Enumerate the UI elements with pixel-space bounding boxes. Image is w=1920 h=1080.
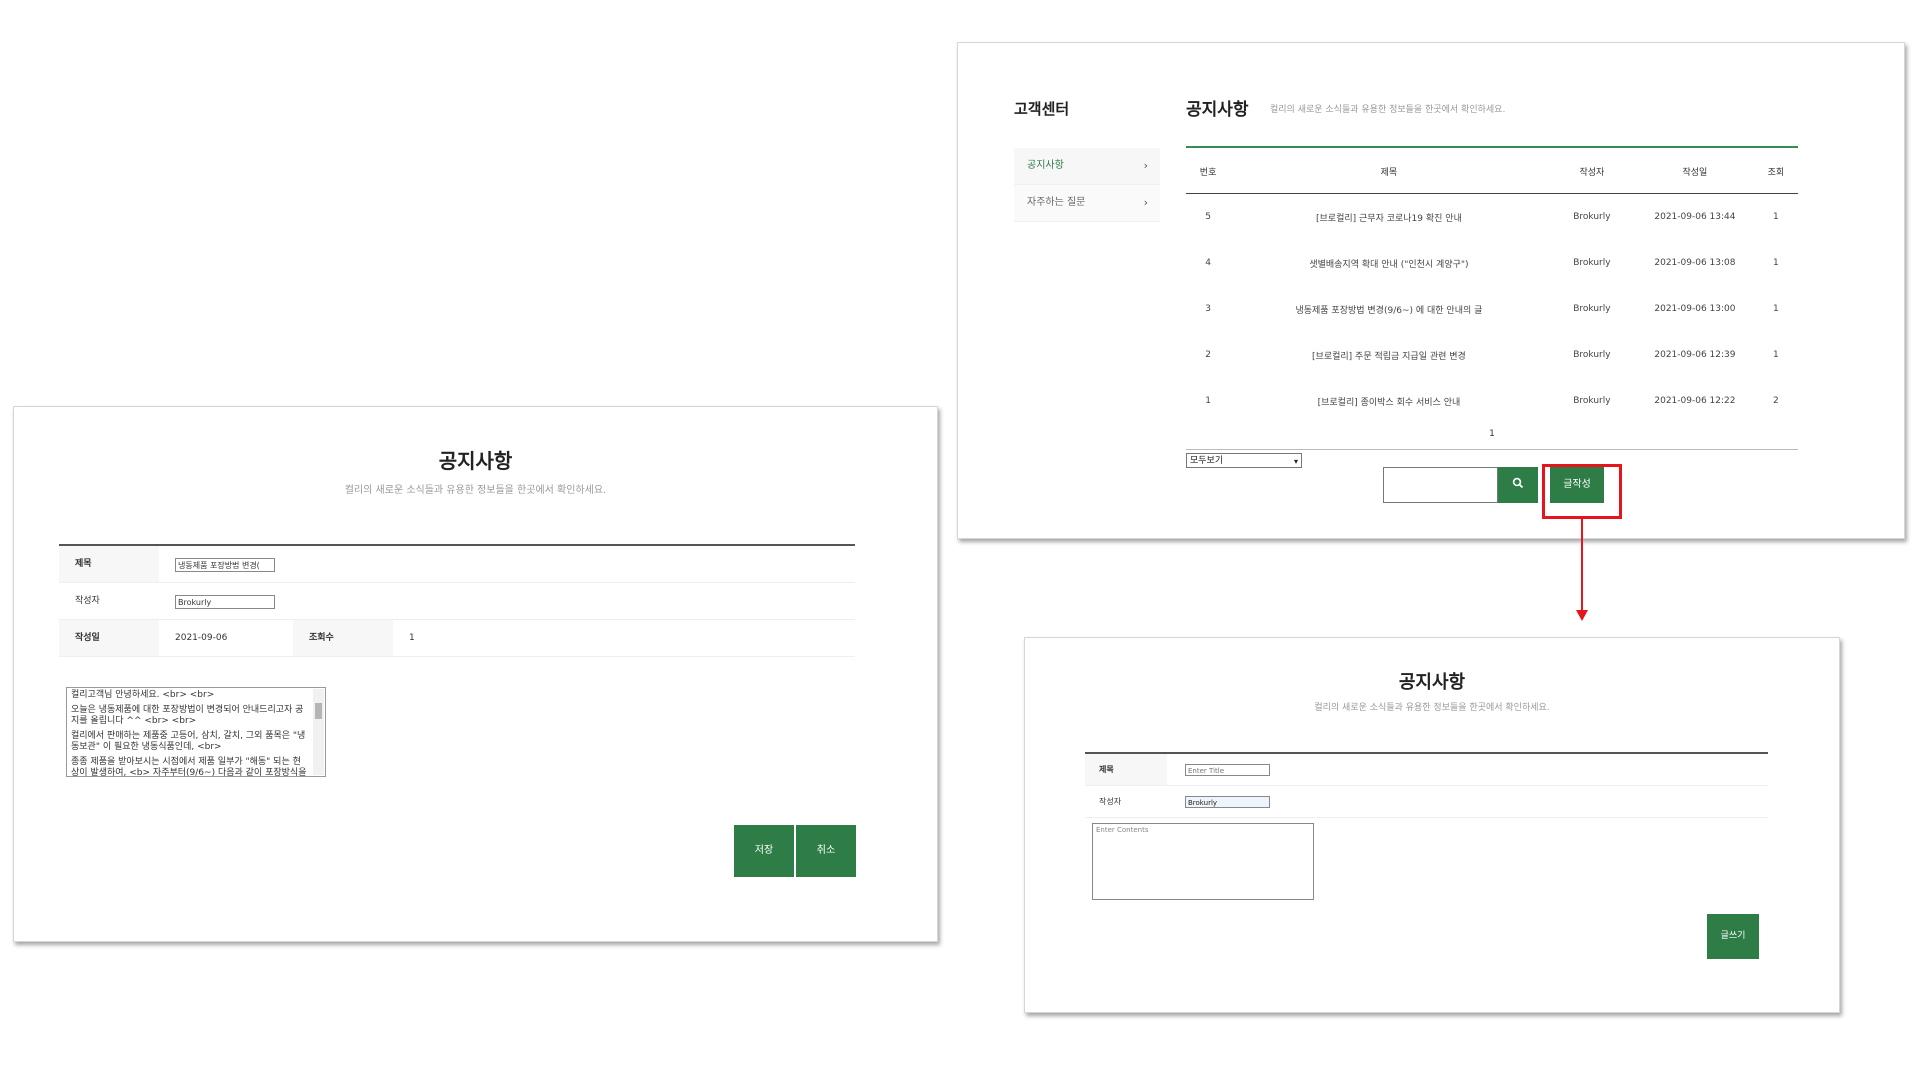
column-header-title: 제목	[1230, 149, 1548, 194]
search-button[interactable]	[1498, 467, 1538, 503]
row-views: 1	[1773, 304, 1779, 314]
filter-select[interactable]: 모두보기 ▾	[1186, 453, 1302, 468]
notice-table: 번호 제목 작성자 작성일 조회 5 [브로컬리] 근무자 코로나19 확진 안…	[1186, 149, 1798, 424]
pagination-page-1[interactable]: 1	[1186, 429, 1798, 439]
row-author: Brokurly	[1573, 258, 1611, 268]
title-label: 제목	[1085, 754, 1167, 785]
table-row[interactable]: 1 [브로컬리] 종이박스 회수 서비스 안내 Brokurly 2021-09…	[1186, 378, 1798, 424]
search-icon	[1512, 477, 1524, 492]
chevron-right-icon: ›	[1143, 196, 1148, 209]
row-date: 2021-09-06 12:22	[1654, 396, 1736, 406]
page-subtitle: 컬리의 새로운 소식들과 유용한 정보들을 한곳에서 확인하세요.	[344, 485, 607, 496]
views-value: 1	[409, 633, 415, 643]
row-author: Brokurly	[1573, 350, 1611, 360]
arrow-down-icon	[1576, 610, 1588, 621]
row-title-link[interactable]: 냉동제품 포장방법 변경(9/6~) 에 대한 안내의 글	[1230, 286, 1548, 332]
row-author: Brokurly	[1573, 212, 1611, 222]
arrow-connector	[1581, 519, 1583, 610]
sidebar-item-label: 공지사항	[1027, 160, 1064, 171]
title-input[interactable]: 냉동제품 포장방법 변경(	[175, 558, 275, 572]
page-title: 공지사항	[1398, 672, 1466, 693]
sidebar-title: 고객센터	[1014, 100, 1070, 118]
row-date: 2021-09-06 13:08	[1654, 258, 1736, 268]
form-row-author: 작성자 Brokurly	[59, 583, 855, 620]
notice-write-panel: 공지사항 컬리의 새로운 소식들과 유용한 정보들을 한곳에서 확인하세요. 제…	[1024, 637, 1840, 1013]
form-row-author: 작성자 Brokurly	[1085, 786, 1768, 818]
table-row[interactable]: 2 [브로컬리] 주문 적립금 지급일 관련 변경 Brokurly 2021-…	[1186, 332, 1798, 378]
chevron-right-icon: ›	[1143, 159, 1148, 172]
content-textarea[interactable]: Enter Contents	[1092, 823, 1314, 900]
date-label: 작성일	[59, 620, 159, 656]
row-number: 3	[1205, 304, 1211, 314]
views-label: 조회수	[293, 620, 393, 656]
header-divider	[1186, 146, 1798, 148]
pagination-divider	[1186, 449, 1798, 450]
title-input[interactable]: Enter Title	[1185, 764, 1270, 776]
scrollbar-thumb[interactable]	[315, 703, 322, 719]
cancel-button[interactable]: 취소	[796, 825, 856, 877]
form-row-meta: 작성일 2021-09-06 조회수 1	[59, 620, 855, 657]
content-line: 오늘은 냉동제품에 대한 포장방법이 변경되어 안내드리고자 공지를 올립니다 …	[71, 705, 304, 726]
content-line: 컬리에서 판매하는 제품중 고등어, 삼치, 갈치, 그외 품목은 "냉동보관"…	[71, 731, 306, 752]
row-number: 5	[1205, 212, 1211, 222]
filter-select-value: 모두보기	[1190, 456, 1224, 466]
author-input[interactable]: Brokurly	[1185, 796, 1270, 808]
sidebar-menu: 공지사항 › 자주하는 질문 ›	[1014, 148, 1160, 222]
column-header-number: 번호	[1186, 149, 1231, 194]
form-row-title: 제목 냉동제품 포장방법 변경(	[59, 546, 855, 583]
row-number: 4	[1205, 258, 1211, 268]
date-value: 2021-09-06	[175, 633, 228, 643]
row-title-link[interactable]: [브로컬리] 주문 적립금 지급일 관련 변경	[1230, 332, 1548, 378]
row-date: 2021-09-06 12:39	[1654, 350, 1736, 360]
notice-edit-panel: 공지사항 컬리의 새로운 소식들과 유용한 정보들을 한곳에서 확인하세요. 제…	[13, 406, 938, 942]
page-title: 공지사항	[1186, 100, 1249, 120]
column-header-views: 조회	[1753, 149, 1798, 194]
row-views: 1	[1773, 350, 1779, 360]
sidebar-item-label: 자주하는 질문	[1027, 197, 1086, 208]
row-author: Brokurly	[1573, 304, 1611, 314]
table-row[interactable]: 4 샛별배송지역 확대 안내 ("인천시 계양구") Brokurly 2021…	[1186, 240, 1798, 286]
textarea-scrollbar[interactable]	[313, 689, 324, 775]
row-title-link[interactable]: 샛별배송지역 확대 안내 ("인천시 계양구")	[1230, 240, 1548, 286]
page-title: 공지사항	[438, 449, 513, 473]
row-author: Brokurly	[1573, 396, 1611, 406]
row-views: 2	[1773, 396, 1779, 406]
row-number: 1	[1205, 396, 1211, 406]
content-textarea[interactable]: 컬리고객님 안녕하세요. <br> <br> 오늘은 냉동제품에 대한 포장방법…	[66, 687, 326, 777]
row-date: 2021-09-06 13:00	[1654, 304, 1736, 314]
sidebar-item-notice[interactable]: 공지사항 ›	[1014, 148, 1160, 185]
submit-button[interactable]: 글쓰기	[1707, 914, 1759, 959]
save-button[interactable]: 저장	[734, 825, 794, 877]
row-date: 2021-09-06 13:44	[1654, 212, 1736, 222]
content-line: 컬리고객님 안녕하세요. <br> <br>	[71, 690, 215, 700]
row-number: 2	[1205, 350, 1211, 360]
sidebar-item-faq[interactable]: 자주하는 질문 ›	[1014, 185, 1160, 222]
row-views: 1	[1773, 258, 1779, 268]
form-row-title: 제목 Enter Title	[1085, 754, 1768, 786]
column-header-author: 작성자	[1547, 149, 1637, 194]
chevron-down-icon: ▾	[1293, 457, 1298, 466]
row-title-link[interactable]: [브로컬리] 종이박스 회수 서비스 안내	[1230, 378, 1548, 424]
page-subtitle: 컬리의 새로운 소식들과 유용한 정보들을 한곳에서 확인하세요.	[1314, 703, 1550, 713]
author-label: 작성자	[75, 596, 100, 606]
column-header-date: 작성일	[1636, 149, 1754, 194]
author-label: 작성자	[1099, 797, 1122, 806]
highlight-box	[1542, 464, 1622, 519]
notice-list-panel: 고객센터 공지사항 › 자주하는 질문 › 공지사항 컬리의 새로운 소식들과 …	[957, 42, 1905, 539]
content-line: 종종 제품을 받아보시는 시점에서 제품 일부가 "해동" 되는 현상이 발생하…	[71, 757, 307, 777]
table-row[interactable]: 3 냉동제품 포장방법 변경(9/6~) 에 대한 안내의 글 Brokurly…	[1186, 286, 1798, 332]
table-row[interactable]: 5 [브로컬리] 근무자 코로나19 확진 안내 Brokurly 2021-0…	[1186, 194, 1798, 241]
author-input[interactable]: Brokurly	[175, 595, 275, 609]
table-header-row: 번호 제목 작성자 작성일 조회	[1186, 149, 1798, 194]
title-label: 제목	[59, 546, 159, 582]
search-input[interactable]	[1383, 467, 1498, 503]
row-title-link[interactable]: [브로컬리] 근무자 코로나19 확진 안내	[1230, 194, 1548, 241]
page-subtitle: 컬리의 새로운 소식들과 유용한 정보들을 한곳에서 확인하세요.	[1270, 105, 1506, 115]
row-views: 1	[1773, 212, 1779, 222]
